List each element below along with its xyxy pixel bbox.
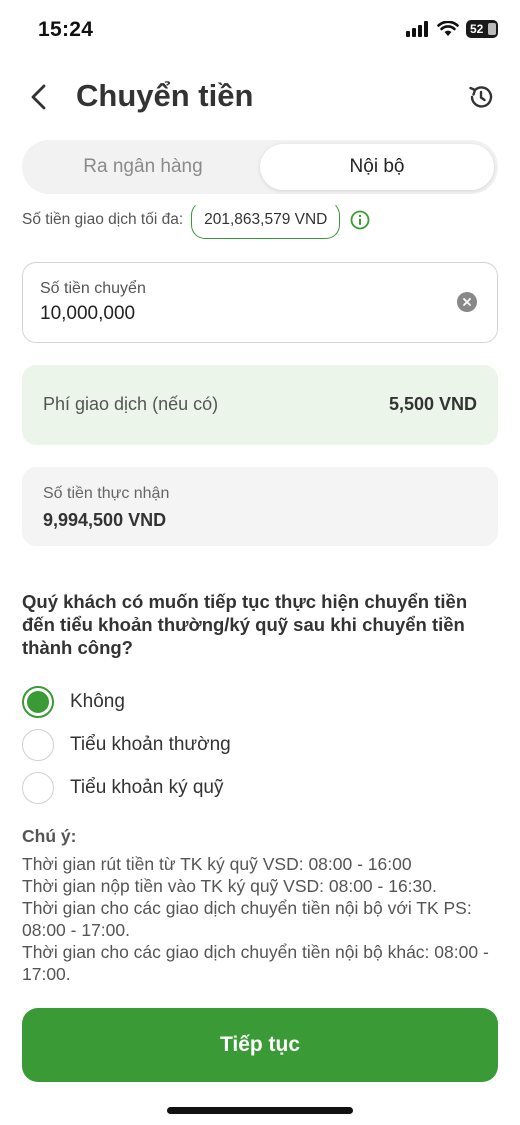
continue-button[interactable]: Tiếp tục (22, 1008, 498, 1082)
notes-title: Chú ý: (22, 826, 77, 846)
transfer-type-tabs: Ra ngân hàng Nội bộ (22, 140, 498, 194)
option-label: Tiểu khoản thường (70, 733, 231, 755)
note-line: Thời gian nộp tiền vào TK ký quỹ VSD: 08… (22, 876, 437, 896)
notes-section: Chú ý: Thời gian rút tiền từ TK ký quỹ V… (22, 826, 502, 985)
close-icon (463, 298, 471, 306)
tab-ra-ngan-hang[interactable]: Ra ngân hàng (26, 144, 260, 190)
transfer-amount-field[interactable]: Số tiền chuyển (22, 262, 498, 343)
header: Chuyển tiền (0, 62, 520, 132)
option-khong[interactable]: Không (22, 680, 498, 723)
clear-input-button[interactable] (457, 292, 477, 312)
option-tieu-khoan-ky-quy[interactable]: Tiểu khoản ký quỹ (22, 766, 498, 809)
max-limit-label: Số tiền giao dịch tối đa: (22, 211, 184, 228)
chevron-left-icon (31, 84, 46, 110)
fee-box: Phí giao dịch (nếu có) 5,500 VND (22, 365, 498, 445)
info-icon[interactable] (350, 210, 370, 230)
home-indicator[interactable] (167, 1107, 353, 1114)
max-limit-value: 201,863,579 VND (191, 201, 341, 239)
fee-label: Phí giao dịch (nếu có) (43, 394, 219, 414)
received-amount-box: Số tiền thực nhận 9,994,500 VND (22, 467, 498, 546)
wifi-icon (437, 21, 459, 36)
status-time: 15:24 (38, 18, 94, 41)
max-limit-row: Số tiền giao dịch tối đa: 201,863,579 VN… (22, 200, 370, 240)
history-button[interactable] (464, 80, 498, 114)
signal-icon (406, 21, 428, 37)
transfer-amount-label: Số tiền chuyển (40, 280, 146, 297)
status-bar: 15:24 52 (0, 0, 520, 62)
note-line: Thời gian rút tiền từ TK ký quỹ VSD: 08:… (22, 854, 412, 874)
note-line: Thời gian cho các giao dịch chuyển tiền … (22, 942, 489, 984)
radio-button[interactable] (22, 728, 54, 761)
battery-level: 52 (470, 22, 484, 36)
note-line: Thời gian cho các giao dịch chuyển tiền … (22, 898, 472, 940)
battery-icon: 52 (466, 20, 498, 38)
continue-transfer-question: Quý khách có muốn tiếp tục thực hiện chu… (22, 591, 468, 658)
radio-button-selected[interactable] (22, 685, 54, 718)
received-amount-value: 9,994,500 VND (43, 510, 167, 530)
sub-account-options: Không Tiểu khoản thường Tiểu khoản ký qu… (22, 680, 498, 809)
fee-value: 5,500 VND (388, 394, 477, 414)
tab-noi-bo[interactable]: Nội bộ (260, 144, 494, 190)
history-icon (469, 86, 493, 108)
page-title: Chuyển tiền (76, 78, 254, 113)
option-label: Không (70, 690, 125, 712)
option-label: Tiểu khoản ký quỹ (70, 776, 224, 798)
status-icons: 52 (406, 20, 498, 38)
received-amount-label: Số tiền thực nhận (43, 485, 170, 502)
option-tieu-khoan-thuong[interactable]: Tiểu khoản thường (22, 723, 498, 766)
back-button[interactable] (22, 80, 56, 114)
transfer-amount-input[interactable] (40, 303, 440, 325)
radio-button[interactable] (22, 771, 54, 804)
